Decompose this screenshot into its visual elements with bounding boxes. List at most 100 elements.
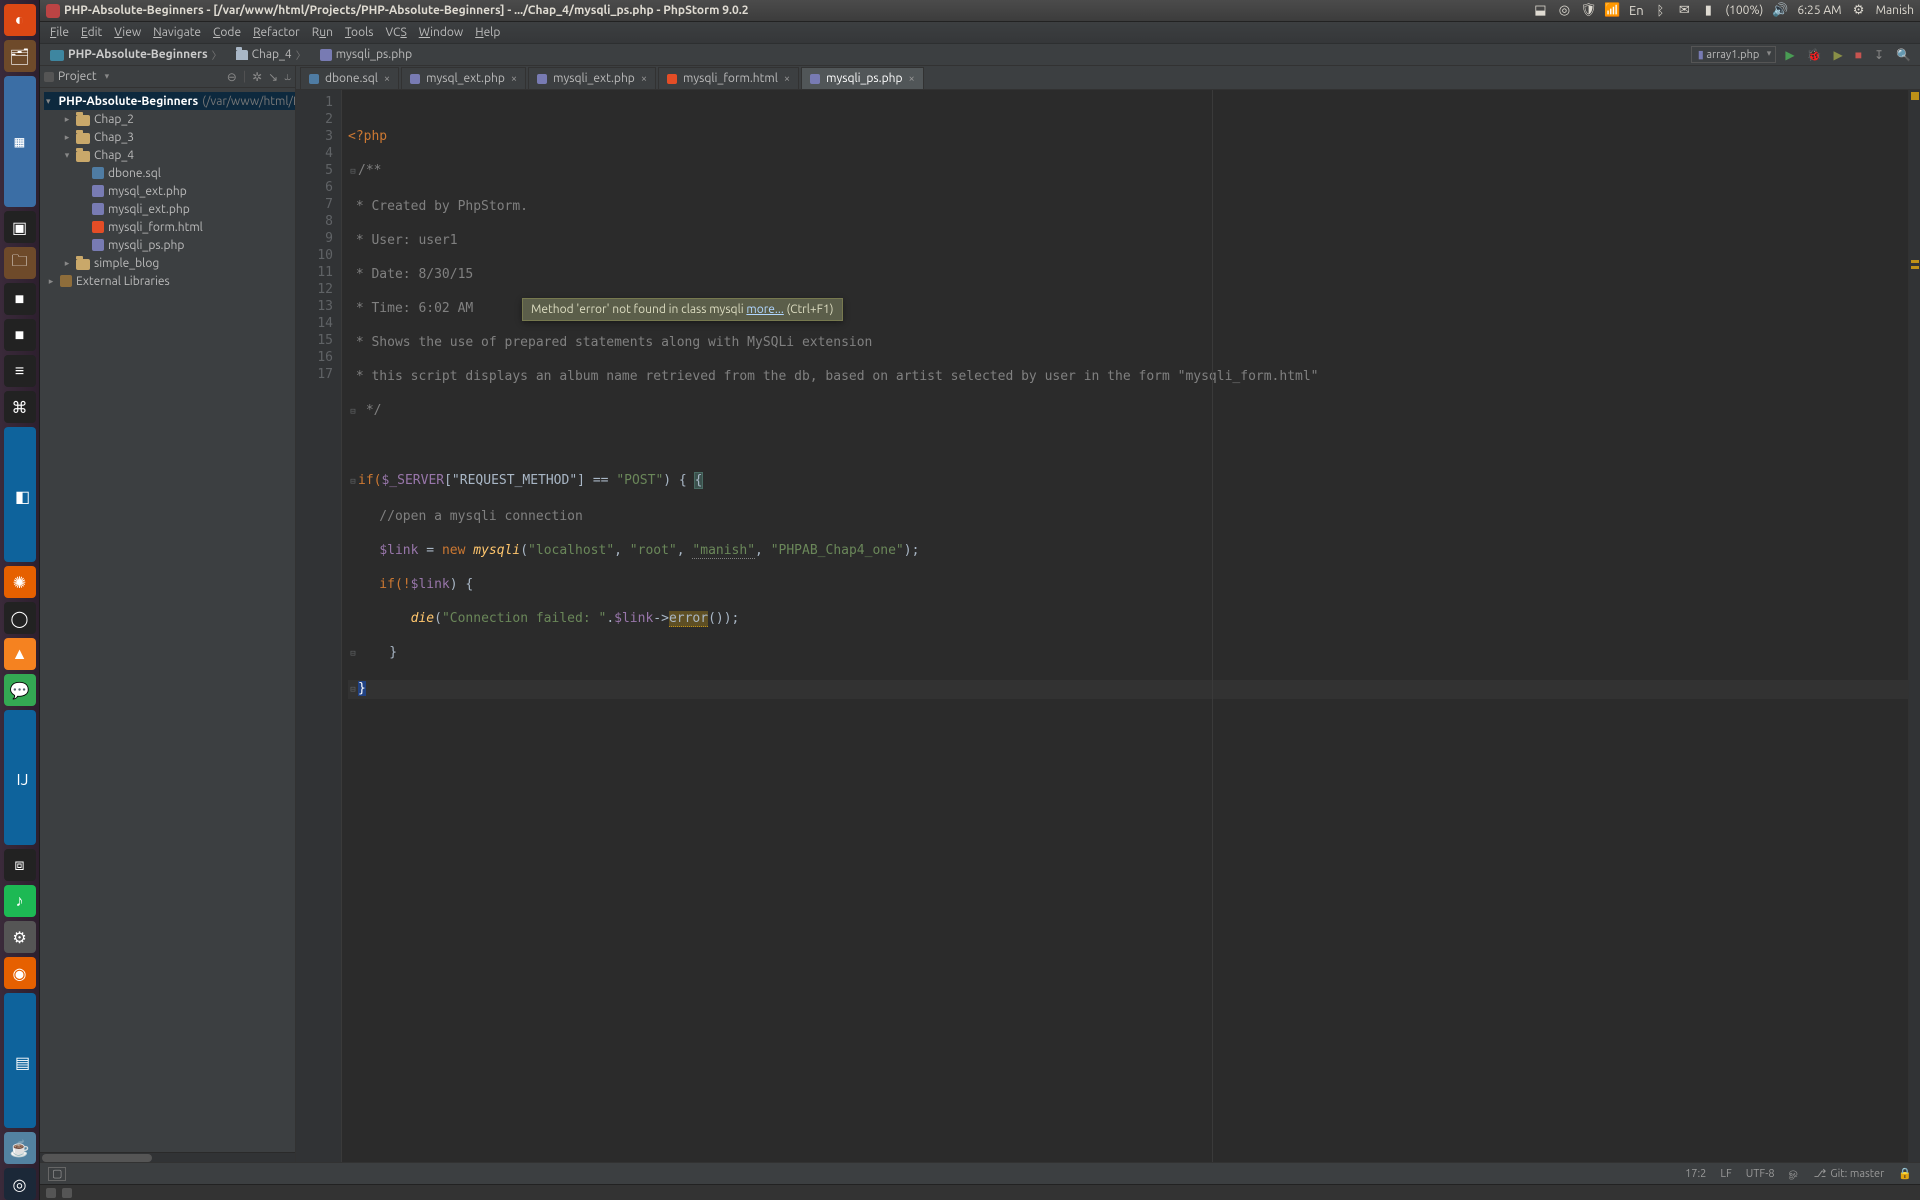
editor-tab-active[interactable]: mysqli_ps.php × — [801, 67, 924, 89]
launcher-app-icon[interactable]: ■ — [4, 283, 36, 315]
error-stripe[interactable] — [1908, 90, 1920, 1162]
tree-file[interactable]: mysqli_ps.php — [44, 236, 295, 254]
expand-arrow-icon[interactable]: ▸ — [62, 132, 72, 143]
launcher-app-icon[interactable]: IJ — [4, 710, 36, 845]
tree-file[interactable]: dbone.sql — [44, 164, 295, 182]
hide-icon[interactable]: ⥿ — [284, 70, 291, 84]
launcher-app-icon[interactable]: ▦ — [4, 76, 36, 207]
keyboard-indicator[interactable]: En — [1629, 4, 1643, 18]
launcher-settings-icon[interactable]: ⚙ — [4, 921, 36, 953]
close-tab-icon[interactable]: × — [641, 73, 647, 85]
file-encoding[interactable]: UTF-8 — [1746, 1168, 1775, 1180]
tree-file[interactable]: mysqli_ext.php — [44, 200, 295, 218]
collapse-all-icon[interactable]: ⊖ — [227, 70, 237, 84]
shield-icon[interactable]: 🛡 — [1581, 4, 1595, 18]
user-label[interactable]: Manish — [1876, 4, 1914, 17]
tool-window-toggle-icon[interactable]: ▢ — [48, 1167, 66, 1181]
git-branch[interactable]: ⎇ Git: master — [1814, 1167, 1885, 1180]
battery-icon[interactable]: ▮ — [1701, 4, 1715, 18]
launcher-chat-icon[interactable]: 💬 — [4, 674, 36, 706]
debug-button-icon[interactable]: 🐞 — [1804, 48, 1825, 62]
inspection-more-link[interactable]: more... — [746, 303, 783, 316]
horizontal-scrollbar[interactable] — [40, 1152, 295, 1162]
analysis-status-icon[interactable] — [1911, 92, 1919, 100]
warning-marker[interactable] — [1911, 266, 1919, 269]
warning-marker[interactable] — [1911, 260, 1919, 263]
caret-position[interactable]: 17:2 — [1685, 1168, 1706, 1180]
menu-edit[interactable]: Edit — [75, 22, 108, 43]
menu-window[interactable]: Window — [413, 22, 469, 43]
breadcrumb-file[interactable]: mysqli_ps.php — [316, 48, 416, 61]
breadcrumb-root[interactable]: PHP-Absolute-Beginners 〉 — [46, 47, 226, 62]
launcher-app-icon[interactable]: ⧈ — [4, 849, 36, 881]
launcher-firefox-icon[interactable]: ✺ — [4, 566, 36, 598]
menu-navigate[interactable]: Navigate — [147, 22, 207, 43]
scroll-to-source-icon[interactable]: ↘ — [268, 70, 278, 84]
launcher-app-icon[interactable]: 🗀 — [4, 247, 36, 279]
tree-folder[interactable]: ▸ simple_blog — [44, 254, 295, 272]
launcher-ubuntu-icon[interactable]: ◐ — [4, 4, 36, 36]
line-number-gutter[interactable]: 1234 5678 9101112 13141516 17 — [296, 90, 342, 1162]
tree-external-libs[interactable]: ▸ External Libraries — [44, 272, 295, 290]
show-desktop-icon[interactable] — [46, 1188, 56, 1198]
wifi-icon[interactable]: 📶 — [1605, 4, 1619, 18]
editor-tab[interactable]: mysqli_form.html × — [658, 67, 799, 89]
stop-button-icon[interactable]: ■ — [1852, 48, 1865, 62]
editor-tab[interactable]: mysql_ext.php × — [401, 67, 526, 89]
tree-file[interactable]: mysql_ext.php — [44, 182, 295, 200]
menu-help[interactable]: Help — [469, 22, 506, 43]
close-tab-icon[interactable]: × — [784, 73, 790, 85]
tree-folder[interactable]: ▸ Chap_2 — [44, 110, 295, 128]
settings-icon[interactable]: ✲ — [252, 70, 262, 84]
launcher-steam-icon[interactable]: ◎ — [4, 1168, 36, 1200]
expand-arrow-icon[interactable]: ▾ — [46, 96, 51, 107]
launcher-spotify-icon[interactable]: ♪ — [4, 885, 36, 917]
code-content[interactable]: <?php ⊟/** * Created by PhpStorm. * User… — [342, 90, 1908, 1162]
launcher-vlc-icon[interactable]: ▲ — [4, 638, 36, 670]
editor-tab[interactable]: mysqli_ext.php × — [528, 67, 656, 89]
launcher-app-icon[interactable]: ☕ — [4, 1132, 36, 1164]
launcher-app-icon[interactable]: ≡ — [4, 355, 36, 387]
breadcrumb-folder[interactable]: Chap_4 〉 — [232, 47, 310, 62]
code-editor[interactable]: 1234 5678 9101112 13141516 17 <?php ⊟/**… — [296, 90, 1920, 1162]
tree-root[interactable]: ▾ PHP-Absolute-Beginners (/var/www/html/… — [44, 92, 295, 110]
launcher-files-icon[interactable]: 🗂 — [4, 40, 36, 72]
menu-run[interactable]: Run — [306, 22, 339, 43]
dropbox-icon[interactable]: ⬓ — [1533, 4, 1547, 18]
project-tree[interactable]: ▾ PHP-Absolute-Beginners (/var/www/html/… — [40, 88, 295, 1152]
menu-view[interactable]: View — [108, 22, 147, 43]
update-button-icon[interactable]: ↧ — [1871, 48, 1887, 62]
line-separator[interactable]: LF — [1720, 1168, 1731, 1180]
chrome-icon[interactable]: ◎ — [1557, 4, 1571, 18]
launcher-app-icon[interactable]: ◉ — [4, 957, 36, 989]
tree-folder[interactable]: ▾ Chap_4 — [44, 146, 295, 164]
read-only-lock-icon[interactable]: 🔒 — [1898, 1167, 1912, 1180]
bluetooth-icon[interactable]: ᛒ — [1653, 4, 1667, 18]
expand-arrow-icon[interactable]: ▸ — [62, 258, 72, 269]
expand-arrow-icon[interactable]: ▾ — [62, 150, 72, 161]
menu-vcs[interactable]: VCS — [379, 22, 412, 43]
launcher-app-icon[interactable]: ■ — [4, 319, 36, 351]
launcher-app-icon[interactable]: ◧ — [4, 427, 36, 562]
menu-tools[interactable]: Tools — [339, 22, 380, 43]
volume-icon[interactable]: 🔊 — [1773, 4, 1787, 18]
inspection-tooltip[interactable]: Method 'error' not found in class mysqli… — [522, 298, 843, 321]
tree-file[interactable]: mysqli_form.html — [44, 218, 295, 236]
run-button-icon[interactable]: ▶ — [1782, 48, 1797, 62]
launcher-app-icon[interactable]: ⌘ — [4, 391, 36, 423]
clock[interactable]: 6:25 AM — [1797, 4, 1841, 17]
launcher-app-icon[interactable]: ▤ — [4, 993, 36, 1128]
launcher-app-icon[interactable]: ▣ — [4, 211, 36, 243]
workspace-switcher-icon[interactable] — [62, 1188, 72, 1198]
editor-tab[interactable]: dbone.sql × — [300, 67, 399, 89]
close-tab-icon[interactable]: × — [511, 73, 517, 85]
project-view-dropdown[interactable]: Project — [44, 70, 109, 83]
close-tab-icon[interactable]: × — [909, 73, 915, 85]
menu-code[interactable]: Code — [207, 22, 247, 43]
launcher-app-icon[interactable]: ◯ — [4, 602, 36, 634]
menu-refactor[interactable]: Refactor — [247, 22, 306, 43]
run-config-dropdown[interactable]: ▮ array1.php — [1691, 46, 1777, 63]
mail-icon[interactable]: ✉ — [1677, 4, 1691, 18]
coverage-button-icon[interactable]: ▶ — [1831, 48, 1846, 62]
context-icon[interactable]: ௐ — [1789, 1167, 1800, 1181]
